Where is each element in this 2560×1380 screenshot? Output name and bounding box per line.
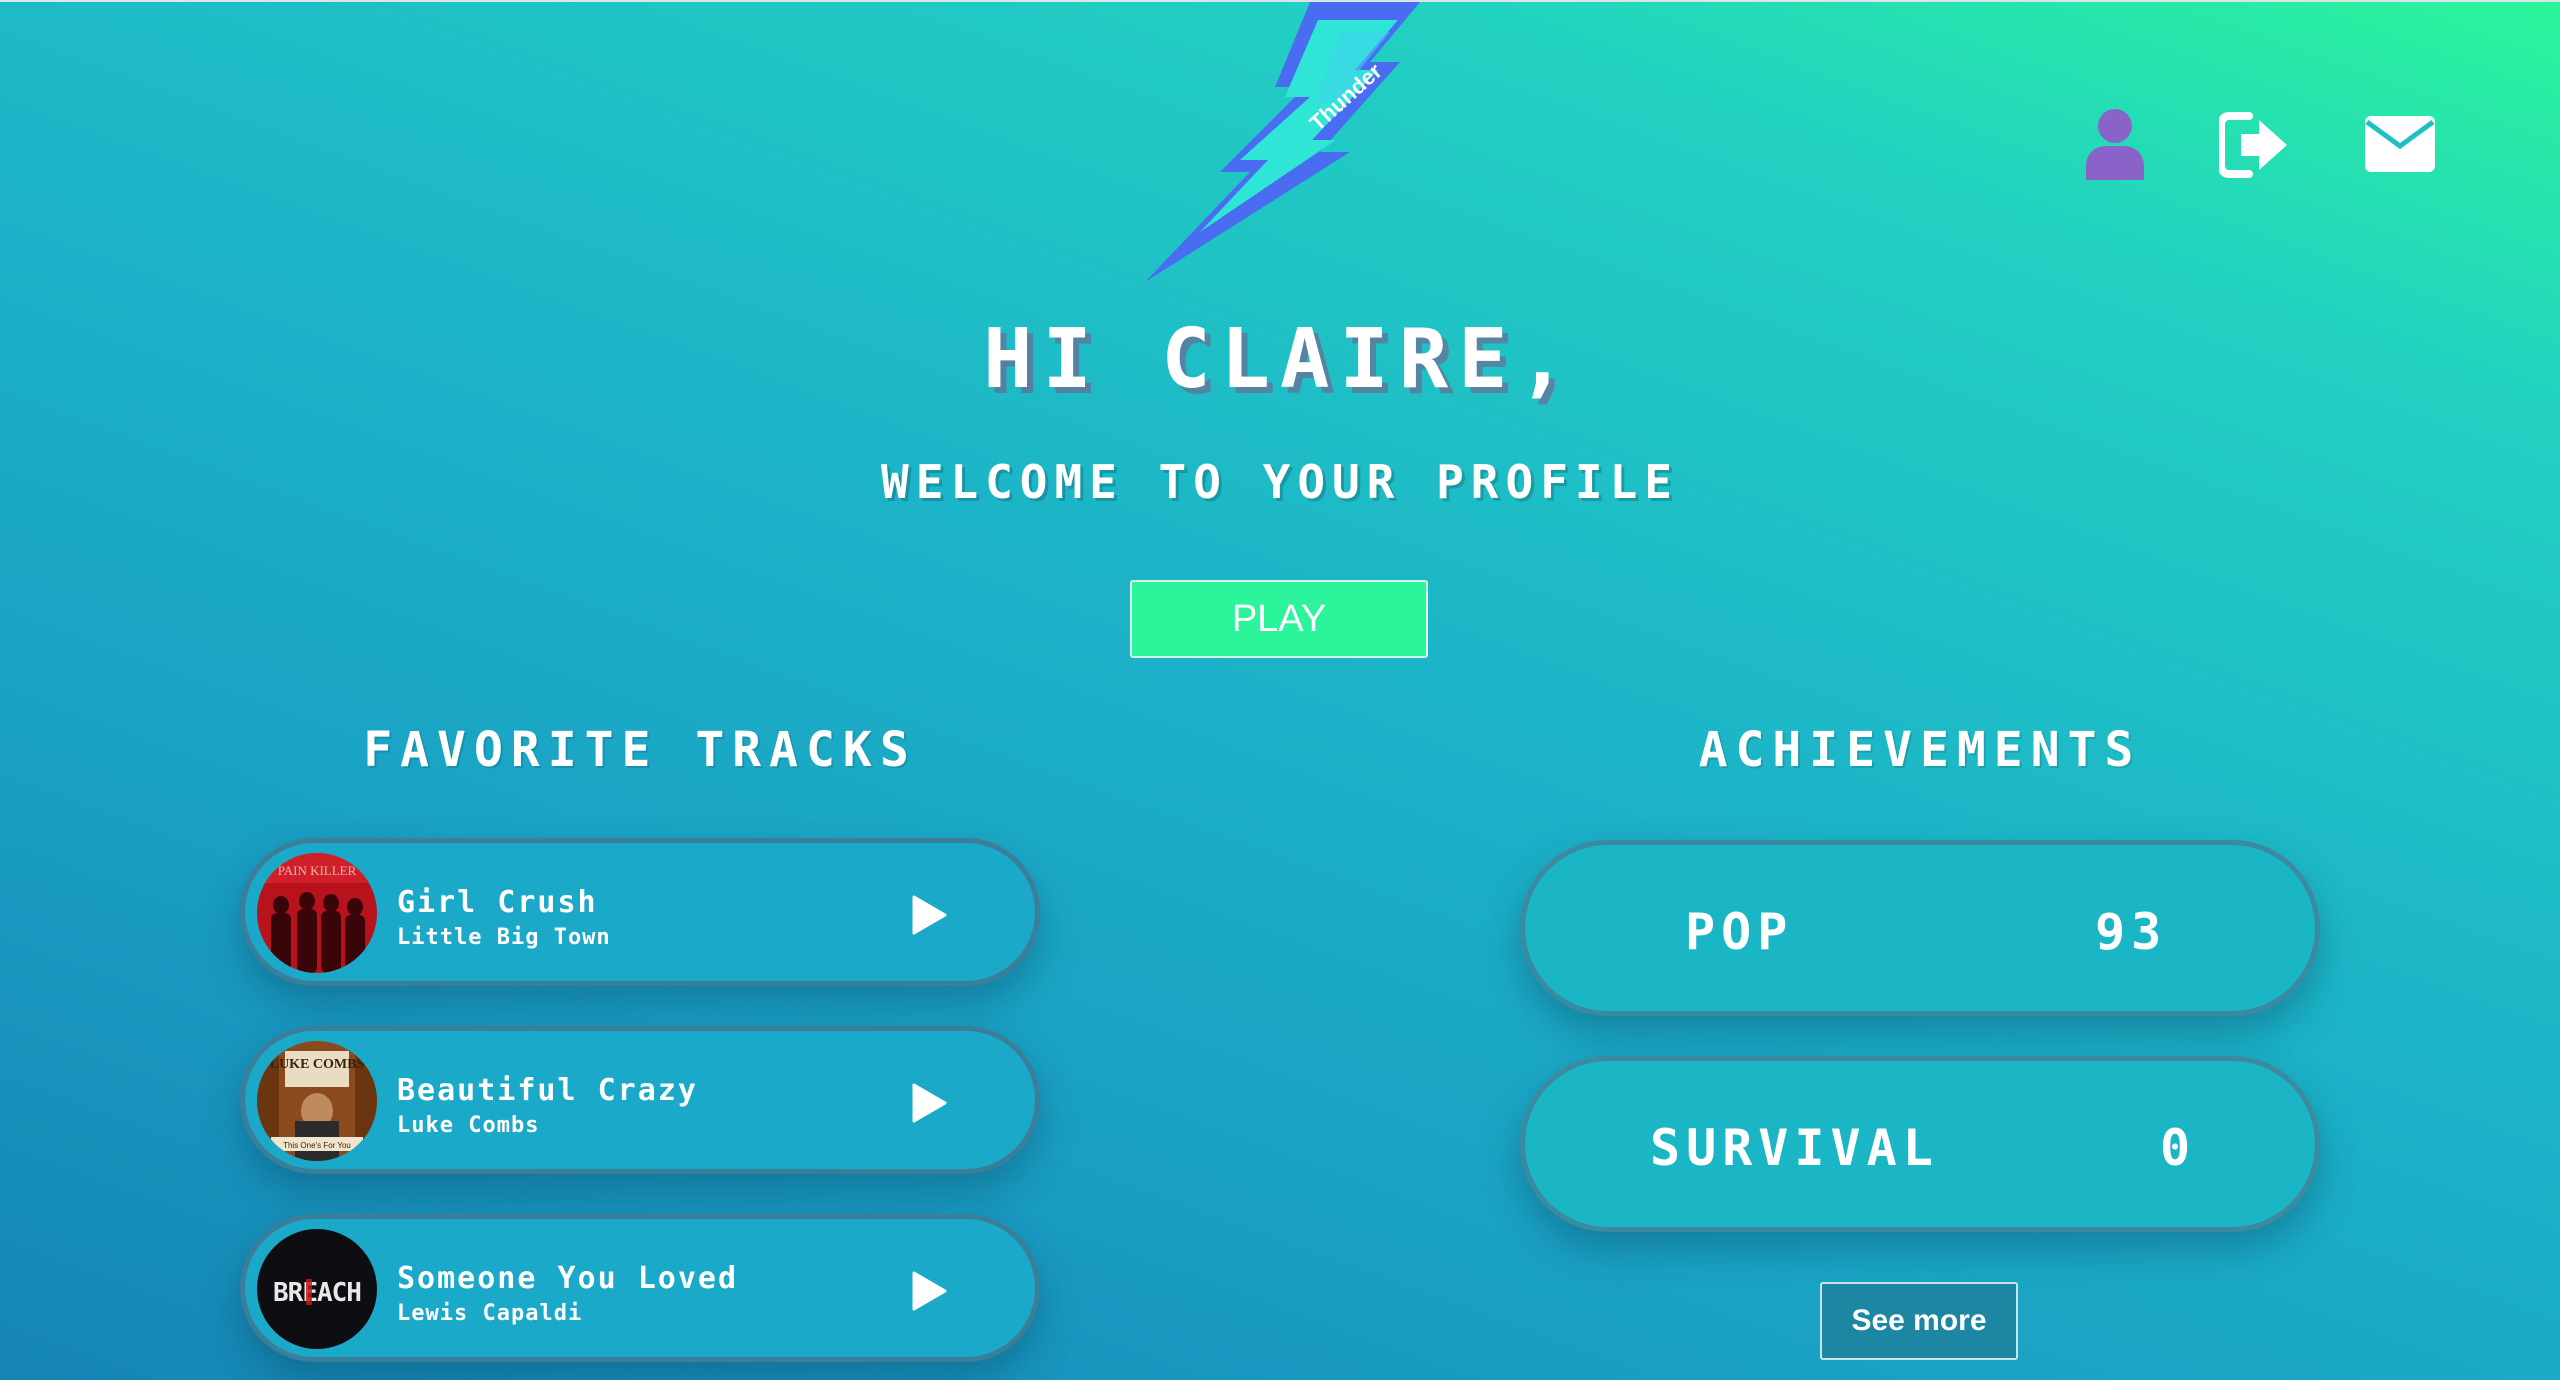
play-icon[interactable] bbox=[910, 895, 948, 935]
track-item[interactable]: PAIN KILLER Girl Crush Little Big Town bbox=[240, 838, 1040, 986]
track-title: Someone You Loved bbox=[397, 1261, 739, 1296]
svg-text:PAIN KILLER: PAIN KILLER bbox=[278, 863, 357, 878]
track-artist: Little Big Town bbox=[397, 925, 611, 950]
track-item[interactable]: LUKE COMBS This One's For You Beautiful … bbox=[240, 1026, 1040, 1174]
lightning-bolt-icon: Thunder bbox=[1145, 2, 1420, 282]
svg-text:BREACH: BREACH bbox=[273, 1278, 361, 1308]
achievement-item: POP 93 bbox=[1520, 840, 2320, 1016]
album-cover: LUKE COMBS This One's For You bbox=[257, 1041, 377, 1161]
favorite-tracks-title: FAVORITE TRACKS bbox=[363, 722, 917, 778]
greeting-subtitle: WELCOME TO YOUR PROFILE bbox=[881, 455, 1679, 509]
svg-text:This One's For You: This One's For You bbox=[283, 1141, 351, 1150]
achievements-title: ACHIEVEMENTS bbox=[1698, 722, 2142, 778]
track-title: Girl Crush bbox=[397, 885, 598, 920]
greeting-title: HI CLAIRE, bbox=[983, 312, 1577, 407]
thunder-logo[interactable]: Thunder bbox=[1140, 2, 1420, 282]
play-icon[interactable] bbox=[910, 1271, 948, 1311]
achievement-label: SURVIVAL bbox=[1650, 1119, 1939, 1177]
achievement-value: 93 bbox=[2095, 903, 2168, 961]
logout-icon[interactable] bbox=[2219, 112, 2289, 178]
track-artist: Luke Combs bbox=[397, 1113, 540, 1138]
user-icon[interactable] bbox=[2080, 108, 2150, 180]
track-artist: Lewis Capaldi bbox=[397, 1301, 583, 1326]
achievement-item: SURVIVAL 0 bbox=[1520, 1056, 2320, 1232]
see-more-button[interactable]: See more bbox=[1820, 1282, 2018, 1360]
track-title: Beautiful Crazy bbox=[397, 1073, 698, 1108]
achievement-value: 0 bbox=[2160, 1119, 2197, 1177]
play-icon[interactable] bbox=[910, 1083, 948, 1123]
achievement-label: POP bbox=[1685, 903, 1794, 961]
album-cover: PAIN KILLER bbox=[257, 853, 377, 973]
svg-text:LUKE COMBS: LUKE COMBS bbox=[270, 1057, 365, 1072]
mail-icon[interactable] bbox=[2365, 116, 2435, 172]
album-cover: BREACH bbox=[257, 1229, 377, 1349]
play-button[interactable]: PLAY bbox=[1130, 580, 1428, 658]
track-item[interactable]: BREACH Someone You Loved Lewis Capaldi bbox=[240, 1214, 1040, 1362]
